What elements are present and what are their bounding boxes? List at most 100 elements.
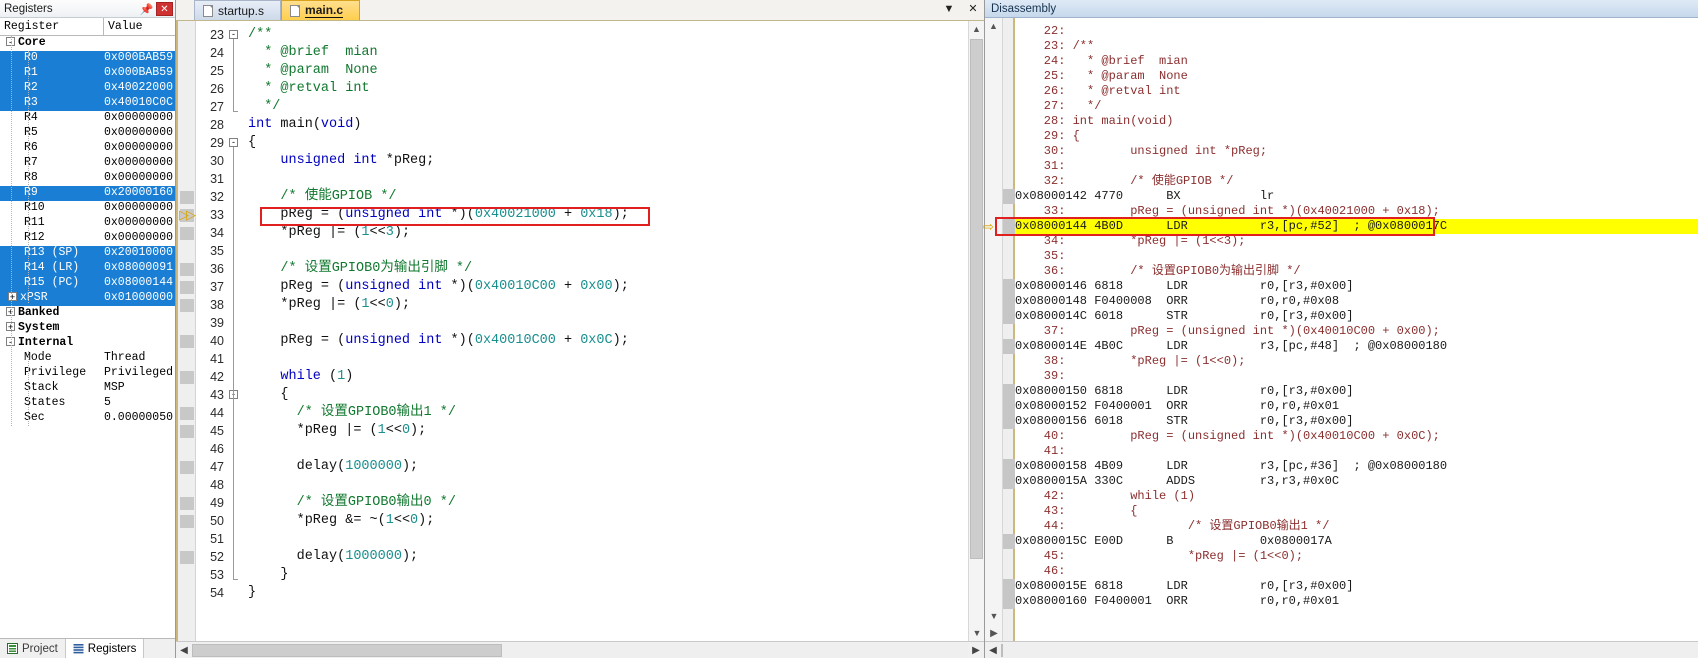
register-row[interactable]: Stack MSP — [0, 381, 175, 396]
disassembly-source-line[interactable]: 46: — [1015, 564, 1066, 579]
disassembly-instruction-line[interactable]: 0x08000142 4770 BX lr — [1015, 189, 1274, 204]
disassembly-hscroll-thumb[interactable] — [1001, 643, 1003, 657]
chevron-right-icon[interactable]: ▶ — [968, 645, 984, 656]
disassembly-gutter[interactable] — [1003, 18, 1015, 641]
code-line[interactable]: int main(void) — [248, 116, 361, 134]
close-icon[interactable]: ✕ — [156, 2, 173, 16]
code-line[interactable]: * @brief mian — [248, 44, 377, 62]
breakpoint-marker[interactable] — [180, 425, 194, 438]
disassembly-gutter-marker[interactable] — [1003, 534, 1015, 549]
register-row[interactable]: R8 0x00000000 — [0, 171, 175, 186]
breakpoint-marker[interactable] — [180, 191, 194, 204]
disassembly-source-line[interactable]: 44: /* 设置GPIOB0输出1 */ — [1015, 519, 1330, 534]
editor-code-area[interactable]: /** * @brief mian * @param None * @retva… — [242, 21, 984, 641]
code-line[interactable]: /* 使能GPIOB */ — [248, 188, 396, 206]
chevron-left-icon[interactable]: ◀ — [985, 645, 1001, 656]
disassembly-source-line[interactable]: 40: pReg = (unsigned int *)(0x40010C00 +… — [1015, 429, 1440, 444]
code-line[interactable]: *pReg |= (1<<0); — [248, 422, 427, 440]
register-row[interactable]: R4 0x00000000 — [0, 111, 175, 126]
code-line[interactable]: /* 设置GPIOB0为输出引脚 */ — [248, 260, 472, 278]
disassembly-source-line[interactable]: 29: { — [1015, 129, 1080, 144]
code-line[interactable]: delay(1000000); — [248, 548, 419, 566]
register-row[interactable]: - Core — [0, 36, 175, 51]
code-line[interactable]: /** — [248, 26, 272, 44]
code-line[interactable]: } — [248, 584, 256, 602]
disassembly-source-line[interactable]: 31: — [1015, 159, 1066, 174]
disassembly-instruction-line[interactable]: 0x08000160 F0400001 ORR r0,r0,#0x01 — [1015, 594, 1339, 609]
expand-toggle-icon[interactable]: + — [8, 292, 17, 302]
breakpoint-marker[interactable] — [180, 335, 194, 348]
register-row[interactable]: + xPSR 0x01000000 — [0, 291, 175, 306]
editor-tab-startup-s[interactable]: startup.s — [194, 0, 282, 20]
register-row[interactable]: R1 0x000BAB59 — [0, 66, 175, 81]
chevron-up-icon[interactable]: ▲ — [969, 21, 984, 37]
disassembly-source-line[interactable]: 25: * @param None — [1015, 69, 1188, 84]
fold-toggle-icon[interactable]: - — [229, 30, 238, 39]
disassembly-gutter-marker[interactable] — [1003, 279, 1015, 294]
disassembly-source-line[interactable]: 33: pReg = (unsigned int *)(0x40021000 +… — [1015, 204, 1440, 219]
disassembly-source-line[interactable]: 30: unsigned int *pReg; — [1015, 144, 1267, 159]
disassembly-gutter-marker[interactable] — [1003, 189, 1015, 204]
breakpoint-marker[interactable] — [180, 263, 194, 276]
disassembly-gutter-marker[interactable] — [1003, 474, 1015, 489]
chevron-left-icon[interactable]: ◀ — [176, 645, 192, 656]
disassembly-instruction-line[interactable]: 0x0800014C 6018 STR r0,[r3,#0x00] — [1015, 309, 1353, 324]
disassembly-gutter-marker[interactable] — [1003, 399, 1015, 414]
disassembly-source-line[interactable]: 34: *pReg |= (1<<3); — [1015, 234, 1246, 249]
chevron-down-icon[interactable]: ▼ — [969, 625, 984, 641]
disassembly-instruction-line[interactable]: 0x0800015C E00D B 0x0800017A — [1015, 534, 1332, 549]
disassembly-source-line[interactable]: 45: *pReg |= (1<<0); — [1015, 549, 1303, 564]
register-row[interactable]: R0 0x000BAB59 — [0, 51, 175, 66]
editor-tab-main-c[interactable]: main.c — [281, 0, 361, 20]
editor-vertical-scrollbar[interactable]: ▲ ▼ — [968, 21, 984, 641]
register-row[interactable]: R2 0x40022000 — [0, 81, 175, 96]
disassembly-source-line[interactable]: 23: /** — [1015, 39, 1094, 54]
register-row[interactable]: + Banked — [0, 306, 175, 321]
code-line[interactable]: while (1) — [248, 368, 353, 386]
breakpoint-marker[interactable] — [180, 281, 194, 294]
disassembly-instruction-line[interactable]: 0x0800015E 6818 LDR r0,[r3,#0x00] — [1015, 579, 1353, 594]
tab-project[interactable]: Project — [0, 639, 66, 658]
breakpoint-marker[interactable] — [180, 407, 194, 420]
disassembly-source-line[interactable]: 43: { — [1015, 504, 1138, 519]
breakpoint-marker[interactable] — [180, 461, 194, 474]
editor-vscroll-thumb[interactable] — [970, 39, 983, 559]
register-row[interactable]: R14 (LR) 0x08000091 — [0, 261, 175, 276]
register-row[interactable]: R13 (SP) 0x20010000 — [0, 246, 175, 261]
disassembly-gutter-marker[interactable] — [1003, 339, 1015, 354]
disassembly-instruction-line[interactable]: 0x0800014E 4B0C LDR r3,[pc,#48] ; @0x080… — [1015, 339, 1447, 354]
disassembly-source-line[interactable]: 22: — [1015, 24, 1066, 39]
disassembly-instruction-line[interactable]: 0x08000150 6818 LDR r0,[r3,#0x00] — [1015, 384, 1353, 399]
disassembly-source-line[interactable]: 26: * @retval int — [1015, 84, 1181, 99]
register-row[interactable]: Sec 0.00000050 — [0, 411, 175, 426]
disassembly-source-line[interactable]: 39: — [1015, 369, 1066, 384]
disassembly-source-line[interactable]: 42: while (1) — [1015, 489, 1195, 504]
disassembly-instruction-line[interactable]: 0x08000146 6818 LDR r0,[r3,#0x00] — [1015, 279, 1353, 294]
register-row[interactable]: Mode Thread — [0, 351, 175, 366]
editor-horizontal-scrollbar[interactable]: ◀ ▶ — [176, 641, 984, 658]
column-header-value[interactable]: Value — [104, 18, 175, 35]
code-line[interactable]: */ — [248, 98, 280, 116]
column-header-register[interactable]: Register — [0, 18, 104, 35]
chevron-right-icon[interactable]: ▶ — [985, 628, 1003, 639]
register-row[interactable]: R6 0x00000000 — [0, 141, 175, 156]
disassembly-source-line[interactable]: 41: — [1015, 444, 1066, 459]
editor-breakpoint-gutter[interactable]: ▷▷ — [178, 21, 196, 641]
disassembly-vertical-scrollbar[interactable]: ▲ ▼ ▶ — [985, 18, 1003, 641]
code-line[interactable]: * @retval int — [248, 80, 369, 98]
pin-icon[interactable]: 📌 — [140, 2, 154, 16]
breakpoint-marker[interactable] — [180, 515, 194, 528]
chevron-down-icon[interactable]: ▼ — [985, 611, 1003, 621]
register-row[interactable]: + System — [0, 321, 175, 336]
disassembly-gutter-marker[interactable] — [1003, 309, 1015, 324]
code-line[interactable]: pReg = (unsigned int *)(0x40021000 + 0x1… — [248, 206, 628, 224]
disassembly-horizontal-scrollbar[interactable]: ◀ — [985, 641, 1698, 658]
disassembly-code-area[interactable]: 22: 23: /** 24: * @brief mian 25: * @par… — [1015, 18, 1698, 641]
code-line[interactable]: unsigned int *pReg; — [248, 152, 434, 170]
fold-toggle-icon[interactable]: - — [229, 138, 238, 147]
disassembly-gutter-marker[interactable] — [1003, 219, 1015, 234]
code-line[interactable]: { — [248, 386, 288, 404]
register-row[interactable]: - Internal — [0, 336, 175, 351]
disassembly-instruction-line[interactable]: 0x08000148 F0400008 ORR r0,r0,#0x08 — [1015, 294, 1339, 309]
breakpoint-marker[interactable] — [180, 227, 194, 240]
